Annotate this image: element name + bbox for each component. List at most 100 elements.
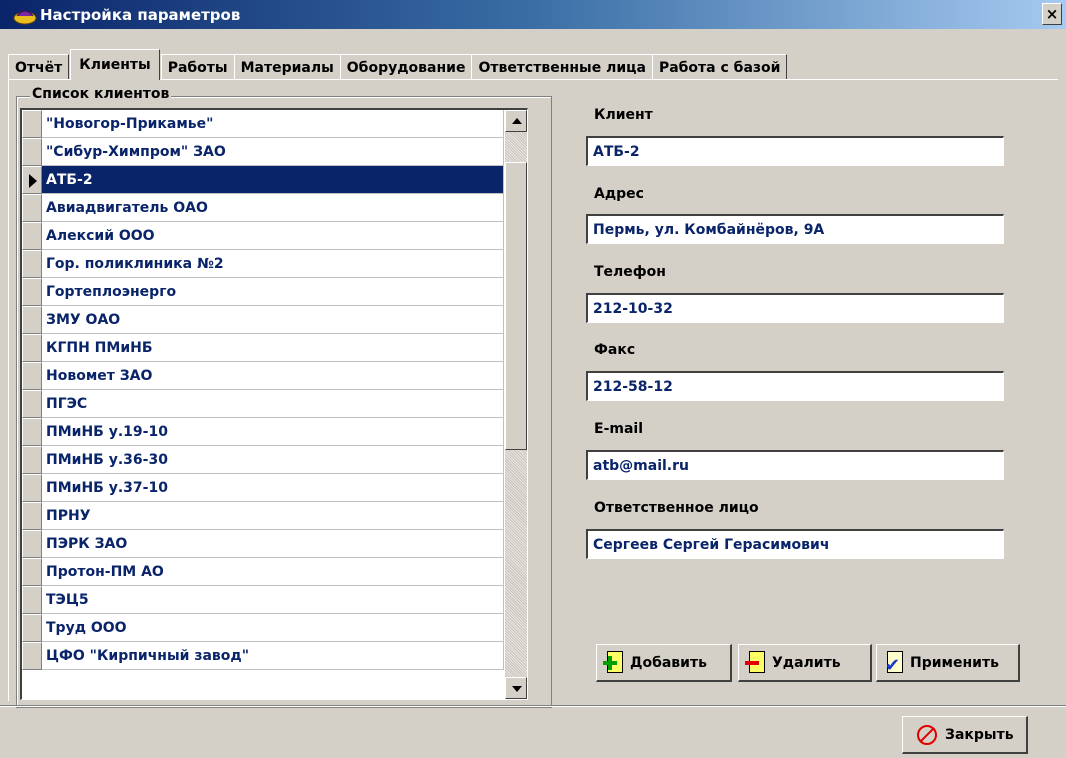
row-indicator (22, 614, 42, 642)
app-icon (12, 4, 38, 26)
no-entry-icon (917, 724, 937, 745)
row-indicator (22, 138, 42, 166)
apply-button-label: Применить (910, 654, 999, 671)
row-indicator (22, 194, 42, 222)
close-button[interactable]: Закрыть (902, 716, 1028, 754)
footer-divider (0, 705, 1066, 707)
list-item[interactable]: ЗМУ ОАО (22, 306, 504, 334)
list-item-label: АТБ-2 (42, 166, 504, 194)
list-item-label: ПМиНБ у.19-10 (42, 418, 504, 446)
list-item[interactable]: ПМиНБ у.36-30 (22, 446, 504, 474)
list-item-label: ПМиНБ у.36-30 (42, 446, 504, 474)
tab-2[interactable]: Работы (160, 54, 235, 80)
email-label: E-mail (594, 421, 644, 437)
list-item-label: "Новогор-Прикамье" (42, 110, 504, 138)
scroll-down-button[interactable] (505, 677, 527, 699)
email-field[interactable]: atb@mail.ru (586, 450, 1004, 480)
list-item-label: ЗМУ ОАО (42, 306, 504, 334)
list-item[interactable]: "Сибур-Химпром" ЗАО (22, 138, 504, 166)
tab-3[interactable]: Материалы (233, 54, 341, 80)
client-field[interactable]: АТБ-2 (586, 136, 1004, 166)
tab-0[interactable]: Отчёт (8, 54, 70, 80)
list-item-label: Труд ООО (42, 614, 504, 642)
list-item-label: Авиадвигатель ОАО (42, 194, 504, 222)
row-indicator (22, 278, 42, 306)
list-item[interactable]: Гортеплоэнерго (22, 278, 504, 306)
tab-1[interactable]: Клиенты (70, 49, 160, 80)
tab-4[interactable]: Оборудование (339, 54, 473, 80)
row-indicator (22, 250, 42, 278)
row-indicator (22, 558, 42, 586)
tab-strip: Отчёт Клиенты Работы Материалы Оборудование О… (8, 48, 788, 80)
row-indicator (22, 586, 42, 614)
close-button-label: Закрыть (945, 726, 1014, 743)
window-close-button[interactable]: × (1042, 3, 1062, 25)
close-icon: × (1045, 5, 1059, 23)
tab-6[interactable]: Работа с базой (651, 54, 788, 80)
list-item-label: ПЭРК ЗАО (42, 530, 504, 558)
arrow-down-icon (512, 686, 522, 692)
list-item[interactable]: ПГЭС (22, 390, 504, 418)
list-item[interactable]: Гор. поликлиника №2 (22, 250, 504, 278)
window-title: Настройка параметров (40, 5, 241, 24)
current-row-arrow-icon (29, 174, 37, 188)
list-item-label: ЦФО "Кирпичный завод" (42, 642, 504, 670)
row-indicator (22, 474, 42, 502)
client-list-label: Список клиентов (30, 86, 172, 102)
list-item[interactable]: Алексий ООО (22, 222, 504, 250)
list-item[interactable]: ПЭРК ЗАО (22, 530, 504, 558)
row-indicator (22, 306, 42, 334)
row-indicator (22, 166, 42, 194)
list-item[interactable]: КГПН ПМиНБ (22, 334, 504, 362)
delete-button[interactable]: Удалить (738, 644, 872, 682)
row-indicator (22, 222, 42, 250)
list-item[interactable]: Новомет ЗАО (22, 362, 504, 390)
list-item-label: Гор. поликлиника №2 (42, 250, 504, 278)
list-item[interactable]: ТЭЦ5 (22, 586, 504, 614)
add-button[interactable]: Добавить (596, 644, 732, 682)
apply-check-icon: ✔ (883, 650, 905, 676)
list-item-label: Алексий ООО (42, 222, 504, 250)
list-scrollbar[interactable] (505, 110, 527, 699)
row-indicator (22, 642, 42, 670)
row-indicator (22, 110, 42, 138)
list-item-label: ТЭЦ5 (42, 586, 504, 614)
row-indicator (22, 362, 42, 390)
list-item-label: ПРНУ (42, 502, 504, 530)
client-list[interactable]: "Новогор-Прикамье" "Сибур-Химпром" ЗАО АТБ… (20, 108, 528, 700)
responsible-person-label: Ответственное лицо (594, 500, 759, 516)
row-indicator (22, 530, 42, 558)
add-button-label: Добавить (630, 654, 707, 671)
phone-label: Телефон (594, 264, 666, 280)
list-item-label: Гортеплоэнерго (42, 278, 504, 306)
list-item[interactable]: Протон-ПМ АО (22, 558, 504, 586)
phone-field[interactable]: 212-10-32 (586, 293, 1004, 323)
row-indicator (22, 390, 42, 418)
list-item[interactable]: "Новогор-Прикамье" (22, 110, 504, 138)
add-document-icon (603, 650, 625, 676)
list-item[interactable]: ПРНУ (22, 502, 504, 530)
tab-5[interactable]: Ответственные лица (471, 54, 653, 80)
address-field[interactable]: Пермь, ул. Комбайнёров, 9А (586, 214, 1004, 244)
list-item[interactable]: ЦФО "Кирпичный завод" (22, 642, 504, 670)
list-item[interactable]: Труд ООО (22, 614, 504, 642)
list-item[interactable]: АТБ-2 (22, 166, 504, 194)
delete-button-label: Удалить (772, 654, 841, 671)
row-indicator (22, 446, 42, 474)
scroll-thumb[interactable] (505, 162, 527, 450)
fax-label: Факс (594, 342, 636, 358)
address-label: Адрес (594, 186, 644, 202)
apply-button[interactable]: ✔ Применить (876, 644, 1020, 682)
fax-field[interactable]: 212-58-12 (586, 371, 1004, 401)
list-item[interactable]: ПМиНБ у.19-10 (22, 418, 504, 446)
arrow-up-icon (512, 118, 522, 124)
scroll-up-button[interactable] (505, 110, 527, 132)
list-item-label: Протон-ПМ АО (42, 558, 504, 586)
row-indicator (22, 502, 42, 530)
list-item[interactable]: ПМиНБ у.37-10 (22, 474, 504, 502)
delete-document-icon (745, 650, 767, 676)
client-label: Клиент (594, 107, 653, 123)
responsible-person-field[interactable]: Сергеев Сергей Герасимович (586, 529, 1004, 559)
list-item[interactable]: Авиадвигатель ОАО (22, 194, 504, 222)
list-item-label: ПМиНБ у.37-10 (42, 474, 504, 502)
